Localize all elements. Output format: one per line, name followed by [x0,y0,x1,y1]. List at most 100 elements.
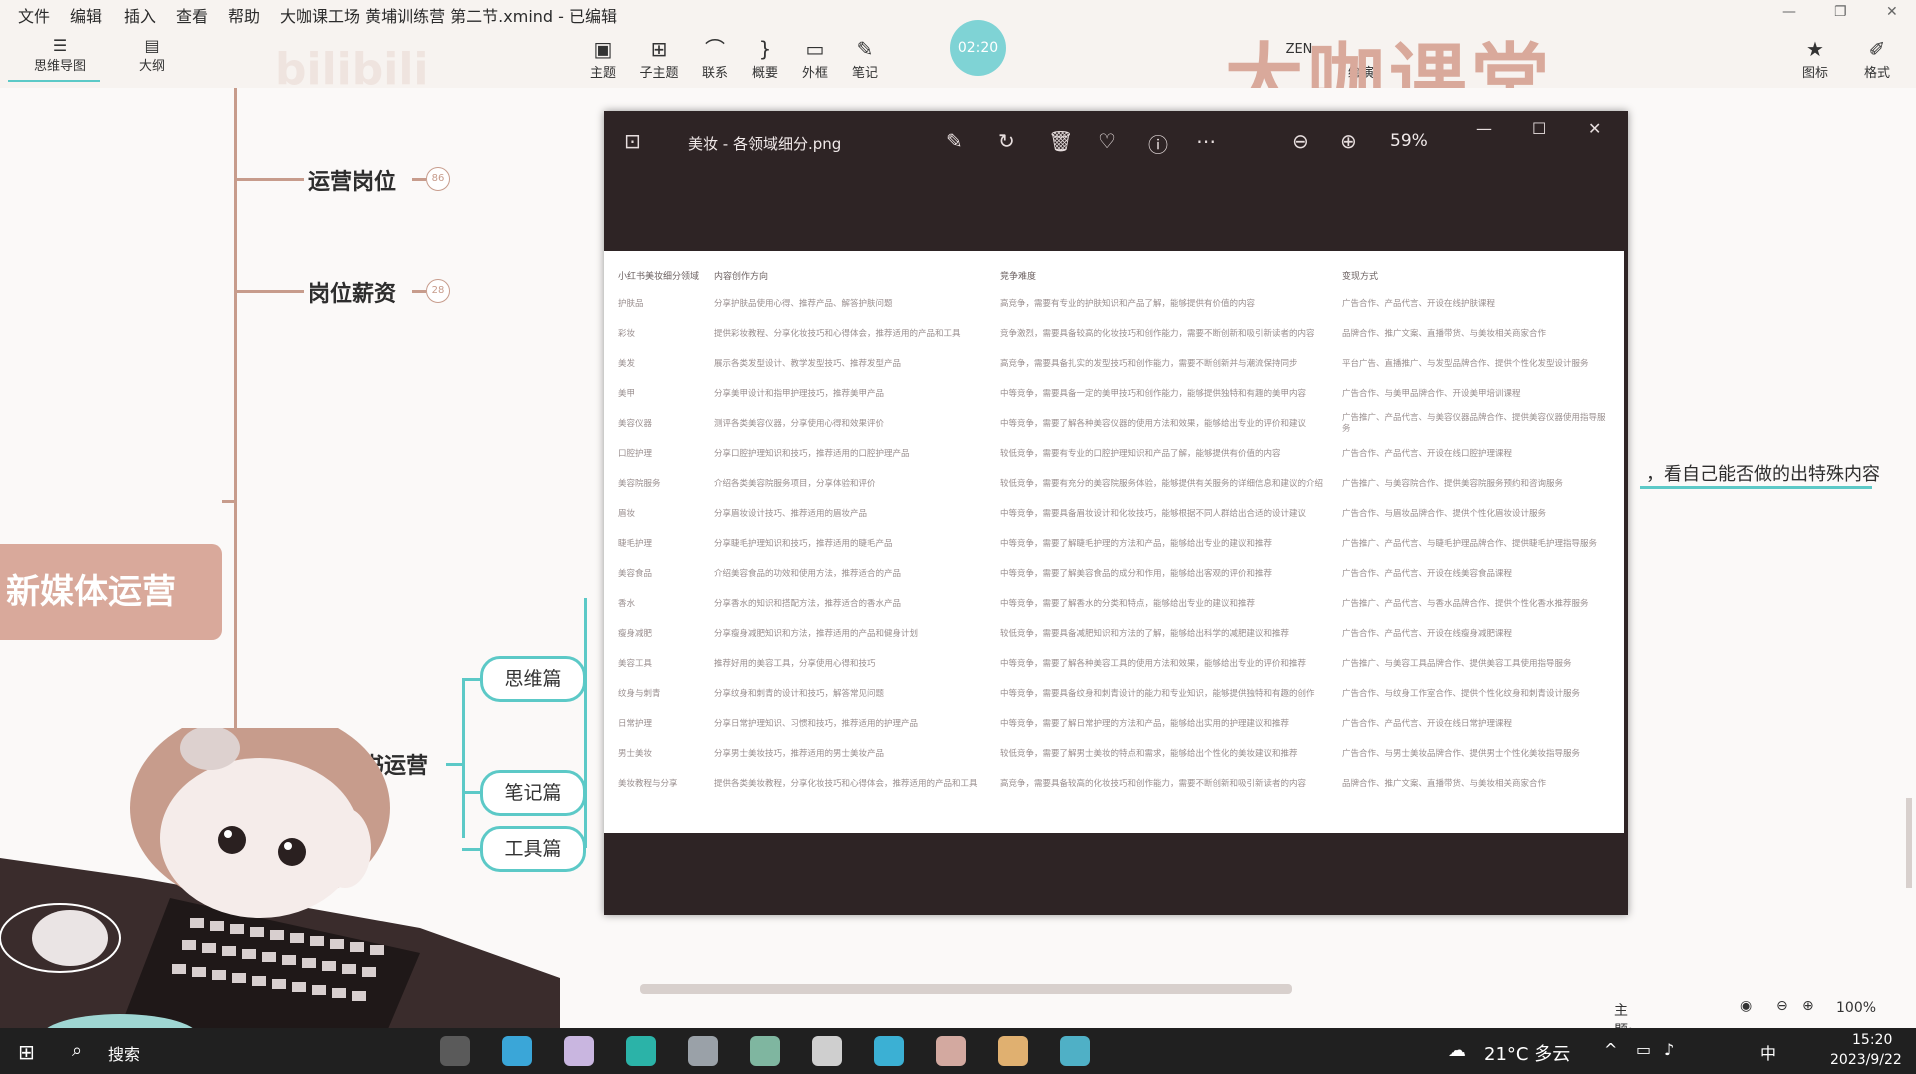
file-explorer-icon[interactable] [998,1036,1028,1066]
table-cell: 分享美甲设计和指甲护理技巧，推荐美甲产品 [714,388,885,399]
topic-button[interactable]: ▣ 主题 [576,36,630,81]
clock-date[interactable]: 2023/9/22 [1830,1052,1902,1068]
taskbar-search[interactable]: 搜索 [108,1041,140,1065]
table-row: 美发 展示各类发型设计、教学发型技巧、推荐发型产品 高竞争，需要具备扎实的发型技巧和… [614,349,1614,379]
table-cell: 测评各类美容仪器，分享使用心得和效果评价 [714,418,885,429]
more-options-icon[interactable]: ⋯ [1196,129,1216,153]
table-cell: 香水 [618,598,636,609]
note-text-fragment: ，看自己能否做的出特殊内容 [1646,464,1880,485]
xmind-app-icon[interactable] [936,1036,966,1066]
main-branch-line [234,88,237,738]
summary-button[interactable]: } 概要 [738,36,792,81]
weather-text[interactable]: 21°C 多云 [1484,1040,1570,1066]
icon-panel-button[interactable]: ★ 图标 [1788,36,1842,81]
table-row: 男士美妆 分享男士美妆技巧，推荐适用的男士美妆产品 较低竞争，需要了解男士美妆的特点… [614,739,1614,769]
close-icon[interactable]: ✕ [1886,4,1898,20]
note-icon: ✎ [856,37,874,61]
format-panel-button[interactable]: ✐ 格式 [1850,36,1904,81]
table-cell: 较低竞争，需要有充分的美容院服务体验，能够提供有关服务的详细信息和建议的介绍 [1000,478,1324,489]
central-topic[interactable]: 新媒体运营 [0,544,222,640]
relationship-button[interactable]: ⌒ 联系 [688,36,742,81]
music-app-icon[interactable] [564,1036,594,1066]
network-icon[interactable]: ▭ [1636,1040,1651,1059]
mindmap-view-button[interactable]: ☰ 思维导图 [30,36,90,74]
table-cell: 中等竞争，需要了解日常护理的方法和产品，能够给出实用的护理建议和推荐 [1000,718,1290,729]
subtopic-thinking[interactable]: 思维篇 [480,656,586,702]
app-icon[interactable] [502,1036,532,1066]
photo-viewer-window[interactable]: ⊡ 美妆 - 各领域细分.png ✎ ↻ 🗑 ♡ ⓘ ⋯ ⊖ ⊕ 59% — ☐… [604,111,1628,915]
info-icon[interactable]: ⓘ [1148,129,1168,158]
collapsed-count-badge[interactable]: 28 [426,279,450,303]
volume-icon[interactable]: ♪ [1664,1040,1674,1059]
tray-chevron-icon[interactable]: ^ [1604,1040,1617,1059]
menu-insert[interactable]: 插入 [124,3,156,27]
table-row: 睫毛护理 分享睫毛护理知识和技巧，推荐适用的睫毛产品 中等竞争，需要了解睫毛护理的方… [614,529,1614,559]
ime-indicator[interactable]: 中 [1760,1040,1776,1064]
table-header: 竞争难度 [1000,271,1037,282]
collapsed-count-badge[interactable]: 86 [426,167,450,191]
browser-app-icon[interactable] [626,1036,656,1066]
branch-connector [222,500,236,503]
mascot-keyboard-overlay [0,728,560,1058]
topic-operations-position[interactable]: 运营岗位 [308,164,396,196]
boundary-icon: ▭ [805,37,825,61]
viewer-minimize-icon[interactable]: — [1476,119,1492,138]
zoom-out-button[interactable]: ⊖ [1776,998,1788,1014]
minimize-icon[interactable]: — [1782,4,1796,20]
viewer-maximize-icon[interactable]: ☐ [1532,119,1546,138]
search-icon[interactable]: ⌕ [72,1040,82,1061]
table-cell: 展示各类发型设计、教学发型技巧、推荐发型产品 [714,358,902,369]
zoom-out-icon[interactable]: ⊖ [1292,129,1309,153]
note-button[interactable]: ✎ 笔记 [838,36,892,81]
table-cell: 美容食品 [618,568,653,579]
app-icon[interactable] [688,1036,718,1066]
horizontal-scrollbar[interactable] [640,984,1292,994]
restore-icon[interactable]: ❐ [1834,4,1847,20]
zoom-in-icon[interactable]: ⊕ [1340,129,1357,153]
boundary-button[interactable]: ▭ 外框 [788,36,842,81]
topic-icon: ▣ [593,37,613,61]
menu-help[interactable]: 帮助 [228,3,260,27]
branch-connector [412,178,426,181]
viewer-close-icon[interactable]: ✕ [1588,119,1601,138]
menu-view[interactable]: 查看 [176,3,208,27]
branch-connector [412,290,426,293]
eye-icon[interactable]: ◉ [1740,998,1752,1014]
zoom-in-button[interactable]: ⊕ [1802,998,1814,1014]
table-header: 变现方式 [1342,271,1379,282]
outline-view-button[interactable]: ▤ 大纲 [122,36,182,74]
app-icon[interactable] [440,1036,470,1066]
notes-app-icon[interactable] [750,1036,780,1066]
active-view-indicator [8,80,100,82]
table-cell: 分享日常护理知识、习惯和技巧，推荐适用的护理产品 [714,718,919,729]
table-row: 美容院服务 介绍各类美容院服务项目，分享体验和评价 较低竞争，需要有充分的美容院服务… [614,469,1614,499]
rotate-icon[interactable]: ↻ [998,129,1015,153]
topic-salary[interactable]: 岗位薪资 [308,276,396,308]
gallery-icon[interactable]: ⊡ [624,129,641,153]
subtopic-button[interactable]: ⊞ 子主题 [632,36,686,81]
app-icon[interactable] [812,1036,842,1066]
menu-edit[interactable]: 编辑 [70,3,102,27]
table-cell: 广告合作、与纹身工作室合作、提供个性化纹身和刺青设计服务 [1342,688,1581,699]
clock-time[interactable]: 15:20 [1852,1032,1892,1048]
delete-icon[interactable]: 🗑 [1048,129,1073,153]
table-cell: 彩妆 [618,328,636,339]
menu-file[interactable]: 文件 [18,3,50,27]
table-cell: 竞争激烈，需要具备较高的化妆技巧和创作能力，需要不断创新和吸引新读者的内容 [1000,328,1315,339]
table-cell: 中等竞争，需要具备眉妆设计和化妆技巧，能够根据不同人群给出合适的设计建议 [1000,508,1307,519]
table-cell: 较低竞争，需要有专业的口腔护理知识和产品了解，能够提供有价值的内容 [1000,448,1281,459]
table-cell: 中等竞争，需要了解美容食品的成分和作用，能够给出客观的评价和推荐 [1000,568,1273,579]
table-cell: 分享护肤品使用心得、推荐产品、解答护肤问题 [714,298,893,309]
canvas-zoom-level: 100% [1836,1000,1877,1016]
mindmap-view-label: 思维导图 [33,59,86,74]
phone-app-icon[interactable] [874,1036,904,1066]
table-row: 彩妆 提供彩妆教程、分享化妆技巧和心得体会，推荐适用的产品和工具 竞争激烈，需要具备… [614,319,1614,349]
vertical-scrollbar[interactable] [1906,798,1912,888]
table-cell: 广告推广、与美容工具品牌合作、提供美容工具使用指导服务 [1342,658,1572,669]
windows-start-icon[interactable]: ⊞ [18,1040,35,1064]
photos-app-icon[interactable] [1060,1036,1090,1066]
favorite-heart-icon[interactable]: ♡ [1098,129,1116,153]
table-cell: 较低竞争，需要具备减肥知识和方法的了解，能够给出科学的减肥建议和推荐 [1000,628,1290,639]
table-cell: 分享眉妆设计技巧、推荐适用的眉妆产品 [714,508,868,519]
edit-image-icon[interactable]: ✎ [946,129,963,153]
